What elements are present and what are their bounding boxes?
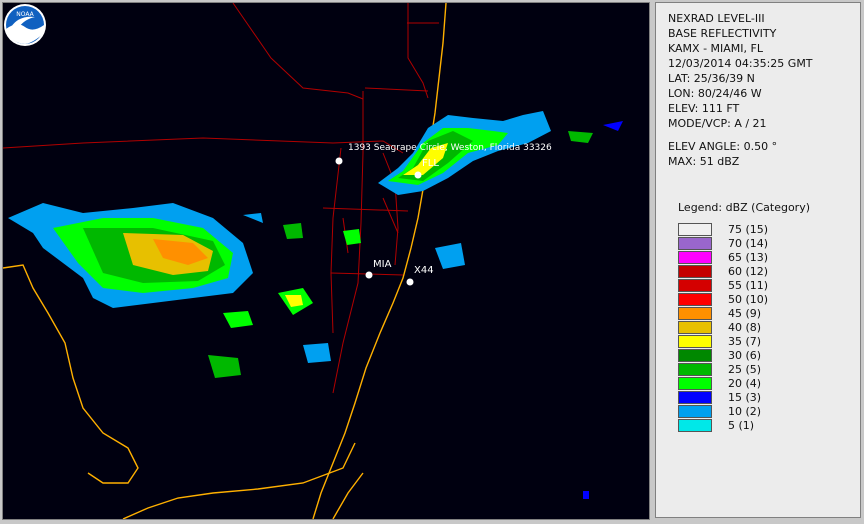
legend-swatch <box>678 349 712 362</box>
legend-label: 65 (13) <box>728 251 769 264</box>
legend-title: Legend: dBZ (Category) <box>678 201 810 214</box>
legend-swatch <box>678 223 712 236</box>
noaa-logo-text: NOAA <box>16 11 34 18</box>
legend-swatch <box>678 321 712 334</box>
legend-label: 5 (1) <box>728 419 755 432</box>
max-dbz: MAX: 51 dBZ <box>668 155 740 168</box>
mia-label: MIA <box>373 259 392 270</box>
legend-label: 30 (6) <box>728 349 762 362</box>
legend-swatch <box>678 419 712 432</box>
legend-swatch <box>678 391 712 404</box>
product-type: BASE REFLECTIVITY <box>668 27 777 40</box>
x44-marker <box>406 278 414 286</box>
mia-marker <box>365 271 373 279</box>
legend-label: 40 (8) <box>728 321 762 334</box>
legend-label: 50 (10) <box>728 293 769 306</box>
legend-swatch <box>678 307 712 320</box>
fll-marker <box>414 171 422 179</box>
legend-label: 10 (2) <box>728 405 762 418</box>
noaa-logo-icon: NOAA <box>4 4 46 46</box>
address-label: 1393 Seagrape Circle, Weston, Florida 33… <box>348 143 552 153</box>
info-panel: NEXRAD LEVEL-III BASE REFLECTIVITY KAMX … <box>655 2 861 518</box>
elevation: ELEV: 111 FT <box>668 102 740 115</box>
station-name: KAMX - MIAMI, FL <box>668 42 763 55</box>
legend-label: 60 (12) <box>728 265 769 278</box>
legend-swatch <box>678 377 712 390</box>
legend-swatch <box>678 335 712 348</box>
legend-swatch <box>678 279 712 292</box>
legend-swatch <box>678 363 712 376</box>
weston-marker <box>335 157 343 165</box>
legend-label: 35 (7) <box>728 335 762 348</box>
legend-swatch <box>678 405 712 418</box>
legend-swatch <box>678 251 712 264</box>
reflectivity-echoes <box>8 111 623 499</box>
road-network <box>3 3 439 394</box>
radar-map-frame: 1393 Seagrape Circle, Weston, Florida 33… <box>0 0 652 524</box>
legend-swatch <box>678 293 712 306</box>
longitude: LON: 80/24/46 W <box>668 87 762 100</box>
legend-label: 55 (11) <box>728 279 769 292</box>
legend-label: 20 (4) <box>728 377 762 390</box>
legend-label: 45 (9) <box>728 307 762 320</box>
latitude: LAT: 25/36/39 N <box>668 72 755 85</box>
legend-label: 15 (3) <box>728 391 762 404</box>
elev-angle: ELEV ANGLE: 0.50 ° <box>668 140 778 153</box>
scan-datetime: 12/03/2014 04:35:25 GMT <box>668 57 813 70</box>
legend-swatch <box>678 265 712 278</box>
radar-map: 1393 Seagrape Circle, Weston, Florida 33… <box>2 2 650 520</box>
map-canvas <box>3 3 623 519</box>
legend-label: 75 (15) <box>728 223 769 236</box>
legend-swatch <box>678 237 712 250</box>
fll-label: FLL <box>422 158 439 169</box>
legend-label: 70 (14) <box>728 237 769 250</box>
mode-vcp: MODE/VCP: A / 21 <box>668 117 767 130</box>
legend-label: 25 (5) <box>728 363 762 376</box>
x44-label: X44 <box>414 265 434 276</box>
product-name: NEXRAD LEVEL-III <box>668 12 765 25</box>
